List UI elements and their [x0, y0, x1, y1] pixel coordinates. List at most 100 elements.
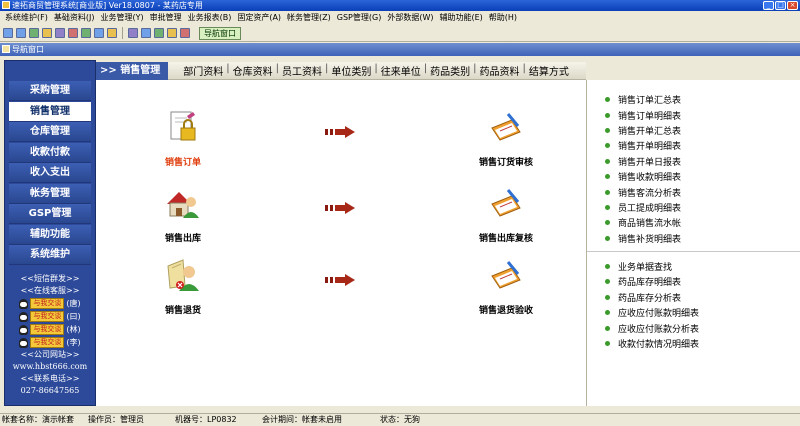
menu-gsp[interactable]: GSP管理(G) [334, 11, 385, 25]
report-link[interactable]: 销售开单日报表 [605, 154, 800, 169]
sidebar-item-system[interactable]: 系统维护 [9, 245, 91, 265]
toolbar-icon-3[interactable] [29, 28, 39, 38]
link-warehouses[interactable]: 仓库资料 [230, 63, 276, 78]
toolbar-icon-9[interactable] [107, 28, 117, 38]
menu-aux[interactable]: 辅助功能(E) [436, 11, 485, 25]
menu-help[interactable]: 帮助(H) [486, 11, 520, 25]
report-link[interactable]: 业务单据查找 [605, 259, 800, 274]
help-icon[interactable] [167, 28, 177, 38]
report-label: 业务单据查找 [618, 263, 673, 274]
qq-contact-name: (曰) [66, 311, 81, 321]
qq-contact[interactable]: 与我交谈 (李) [5, 336, 95, 349]
document-lock-icon [170, 111, 196, 141]
bullet-icon [605, 220, 610, 226]
report-link[interactable]: 商品销售流水帐 [605, 215, 800, 230]
menubar: 系统维护(F) 基础资料(J) 业务管理(Y) 审批管理 业务报表(B) 固定资… [0, 11, 800, 25]
report-link[interactable]: 销售客流分析表 [605, 184, 800, 199]
report-group-inventory: 业务单据查找 药品库存明细表 药品库存分析表 应收应付账款明细表 应收应付账款分… [587, 259, 800, 351]
report-link[interactable]: 药品库存明细表 [605, 274, 800, 289]
close-button[interactable]: × [787, 1, 798, 10]
link-settlement[interactable]: 结算方式 [526, 63, 572, 78]
sms-link[interactable]: <<短信群发>> [5, 273, 95, 285]
qq-contact-name: (唐) [66, 298, 81, 308]
qq-contact[interactable]: 与我交谈 (林) [5, 323, 95, 336]
link-employees[interactable]: 员工资料 [279, 63, 325, 78]
menu-external-data[interactable]: 外部数据(W) [384, 11, 436, 25]
link-departments[interactable]: 部门资料 [180, 63, 226, 78]
toolbar-icon-8[interactable] [94, 28, 104, 38]
sidebar-item-purchase[interactable]: 采购管理 [9, 81, 91, 101]
report-label: 药品库存分析表 [618, 293, 682, 304]
company-site-link[interactable]: <<公司网站>> [5, 349, 95, 361]
website-url[interactable]: www.hbst666.com [5, 361, 95, 373]
sidebar-item-warehouse[interactable]: 仓库管理 [9, 122, 91, 142]
sidebar-item-aux[interactable]: 辅助功能 [9, 224, 91, 245]
link-drugs[interactable]: 药品资料 [477, 63, 523, 78]
menu-business[interactable]: 业务管理(Y) [97, 11, 146, 25]
sales-return-label: 销售退货 [164, 306, 201, 316]
report-label: 药品库存明细表 [618, 278, 682, 289]
status-account: 帐套名称：演示帐套 [2, 415, 74, 424]
report-link[interactable]: 销售补货明细表 [605, 231, 800, 246]
nav-window-button[interactable]: 导航窗口 [199, 26, 241, 40]
review-pen-icon [491, 113, 521, 141]
sales-order-label: 销售订单 [164, 158, 201, 168]
sidebar-item-sales[interactable]: 销售管理 [9, 101, 91, 122]
link-drug-categories[interactable]: 药品类别 [427, 63, 473, 78]
link-partners[interactable]: 往来单位 [378, 63, 424, 78]
report-link[interactable]: 销售订单汇总表 [605, 92, 800, 107]
report-link[interactable]: 员工提成明细表 [605, 200, 800, 215]
sidebar-item-gsp[interactable]: GSP管理 [9, 204, 91, 224]
sidebar-item-payments[interactable]: 收款付款 [9, 142, 91, 163]
report-label: 销售订单汇总表 [618, 96, 682, 107]
outbound-review-node[interactable]: 销售出库复核 [461, 186, 551, 244]
print-icon[interactable] [141, 28, 151, 38]
toolbar: 导航窗口 [0, 25, 800, 42]
report-divider [587, 250, 800, 252]
menu-reports[interactable]: 业务报表(B) [185, 11, 235, 25]
report-link[interactable]: 药品库存分析表 [605, 290, 800, 305]
order-review-node[interactable]: 销售订货审核 [461, 110, 551, 168]
chat-badge: 与我交谈 [30, 311, 65, 322]
minimize-button[interactable]: _ [763, 1, 774, 10]
menu-basic-data[interactable]: 基础资料(J) [51, 11, 98, 25]
phone-link[interactable]: <<联系电话>> [5, 373, 95, 385]
report-link[interactable]: 销售收款明细表 [605, 169, 800, 184]
toolbar-icon-6[interactable] [68, 28, 78, 38]
qq-icon [19, 298, 29, 309]
sidebar-item-income-expense[interactable]: 收入支出 [9, 163, 91, 183]
report-label: 应收应付账款明细表 [618, 309, 700, 320]
return-check-node[interactable]: 销售退货验收 [461, 258, 551, 316]
toolbar-icon-7[interactable] [81, 28, 91, 38]
menu-accounts[interactable]: 帐务管理(Z) [284, 11, 334, 25]
qq-icon [19, 311, 29, 322]
maximize-button[interactable]: □ [775, 1, 786, 10]
save-icon[interactable] [128, 28, 138, 38]
menu-fixed-assets[interactable]: 固定资产(A) [234, 11, 284, 25]
toolbar-icon-4[interactable] [42, 28, 52, 38]
report-link[interactable]: 收款付款情况明细表 [605, 336, 800, 351]
sales-order-node[interactable]: 销售订单 [138, 110, 228, 168]
report-link[interactable]: 销售订单明细表 [605, 107, 800, 122]
exit-icon[interactable] [180, 28, 190, 38]
bullet-icon [605, 127, 610, 133]
menu-approval[interactable]: 审批管理 [147, 11, 185, 25]
toolbar-icon-1[interactable] [3, 28, 13, 38]
report-link[interactable]: 销售开单明细表 [605, 138, 800, 153]
sales-outbound-node[interactable]: 销售出库 [138, 186, 228, 244]
report-link[interactable]: 应收应付账款明细表 [605, 305, 800, 320]
toolbar-icon-2[interactable] [16, 28, 26, 38]
qq-icon [19, 337, 29, 348]
toolbar-icon-5[interactable] [55, 28, 65, 38]
calculator-icon[interactable] [154, 28, 164, 38]
report-link[interactable]: 销售开单汇总表 [605, 123, 800, 138]
sidebar-item-accounts[interactable]: 帐务管理 [9, 183, 91, 204]
link-unit-categories[interactable]: 单位类别 [328, 63, 374, 78]
bullet-icon [605, 325, 610, 331]
qq-contact[interactable]: 与我交谈 (唐) [5, 297, 95, 310]
menu-system[interactable]: 系统维护(F) [2, 11, 51, 25]
sales-return-node[interactable]: 销售退货 [138, 258, 228, 316]
online-service-link[interactable]: <<在线客服>> [5, 285, 95, 297]
report-link[interactable]: 应收应付账款分析表 [605, 320, 800, 335]
qq-contact[interactable]: 与我交谈 (曰) [5, 310, 95, 323]
